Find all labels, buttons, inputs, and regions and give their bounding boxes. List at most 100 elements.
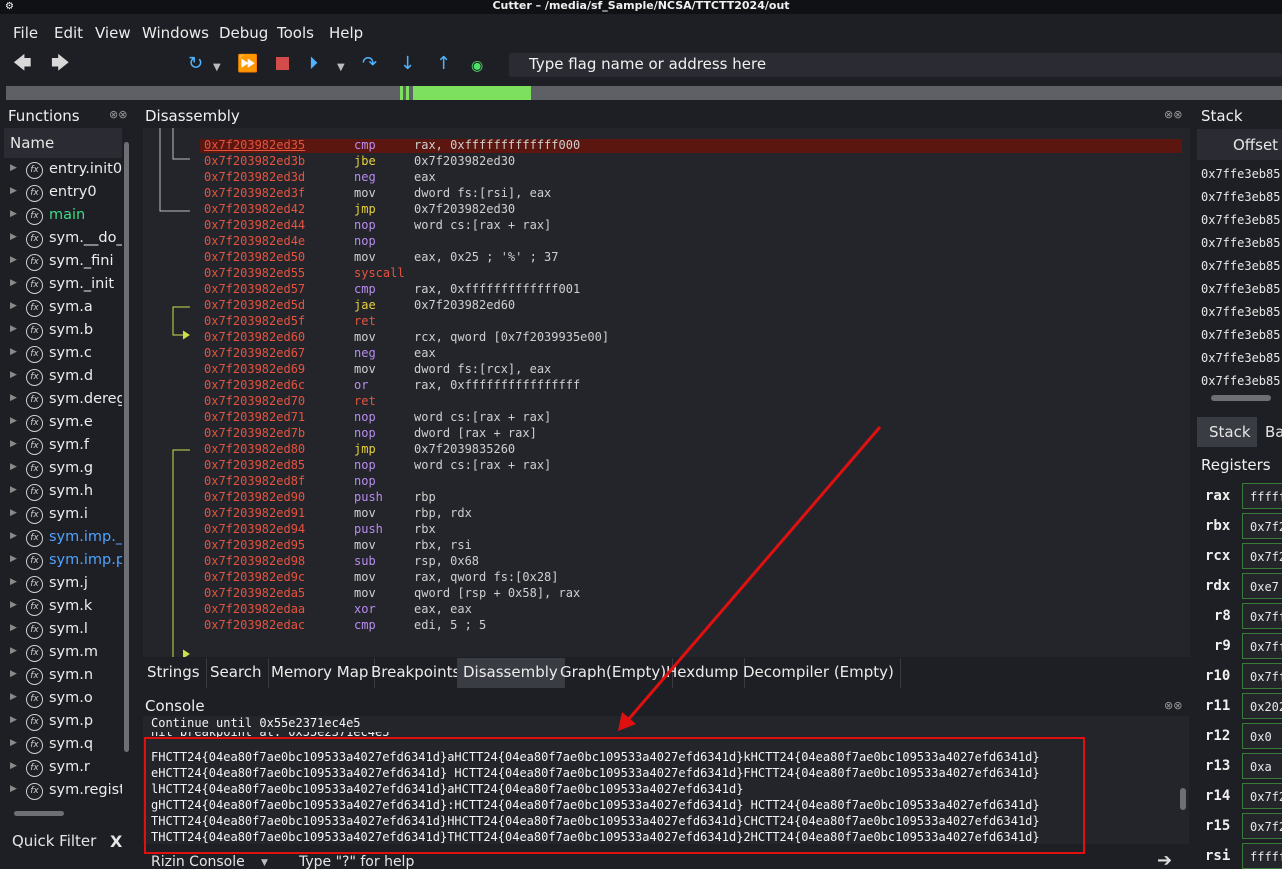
disassembly-line[interactable]: 0x7f203982ed3b jbe 0x7f203982ed30 [143,154,1183,170]
instruction-address[interactable]: 0x7f203982edaa [204,602,305,616]
expand-icon[interactable]: ▶ [10,255,17,265]
disassembly-line[interactable]: 0x7f203982ed80 jmp 0x7f2039835260 [143,442,1183,458]
forward-icon[interactable]: 🡆 [51,53,70,75]
tab-search[interactable]: Search [204,658,269,688]
functions-column-header[interactable]: Name [4,128,122,158]
disassembly-line[interactable]: 0x7f203982ed67 neg eax [143,346,1183,362]
tab-backtrace[interactable]: Ba [1265,423,1282,441]
expand-icon[interactable]: ▶ [10,623,17,633]
stack-row[interactable]: 0x7ffe3eb85 [1201,374,1280,388]
refresh-icon[interactable]: ↻ [188,53,203,75]
register-value-field[interactable]: 0x202 [1242,693,1282,719]
disassembly-line[interactable]: 0x7f203982ed60 mov rcx, qword [0x7f2039935… [143,330,1183,346]
dock-close-icon[interactable]: ⊗⊗ [109,108,127,121]
tab-graph[interactable]: Graph(Empty) [554,658,674,688]
expand-icon[interactable]: ▶ [10,209,17,219]
register-value-field[interactable]: 0x7ff [1242,633,1282,659]
expand-icon[interactable]: ▶ [10,600,17,610]
expand-icon[interactable]: ▶ [10,577,17,587]
instruction-address[interactable]: 0x7f203982ed80 [204,442,305,456]
register-value-field[interactable]: 0x0 [1242,723,1282,749]
disassembly-line[interactable]: 0x7f203982ed7b nop dword [rax + rax] [143,426,1183,442]
dock-close-icon[interactable]: ⊗⊗ [1164,699,1182,712]
disassembly-line[interactable]: 0x7f203982ed5f ret [143,314,1183,330]
tab-decompiler[interactable]: Decompiler (Empty) [737,658,901,688]
stack-row[interactable]: 0x7ffe3eb85 [1201,213,1280,227]
expand-icon[interactable]: ▶ [10,554,17,564]
instruction-address[interactable]: 0x7f203982ed69 [204,362,305,376]
register-value-field[interactable]: 0x7f2 [1242,513,1282,539]
disassembly-line[interactable]: 0x7f203982ed57 cmp rax, 0xfffffffffffff001 [143,282,1183,298]
expand-icon[interactable]: ▶ [10,531,17,541]
instruction-address[interactable]: 0x7f203982ed55 [204,266,305,280]
register-value-field[interactable]: fffff [1242,483,1282,509]
function-item[interactable]: ▶ fx sym.deregi [4,390,122,413]
step-into-icon[interactable]: ↓ [400,53,415,75]
function-item[interactable]: ▶ fx main [4,206,122,229]
instruction-address[interactable]: 0x7f203982ed9c [204,570,305,584]
disassembly-line[interactable]: 0x7f203982ed4e nop [143,234,1183,250]
stop-icon[interactable] [276,57,289,70]
disassembly-line[interactable]: 0x7f203982ed94 push rbx [143,522,1183,538]
instruction-address[interactable]: 0x7f203982ed94 [204,522,305,536]
function-item[interactable]: ▶ fx sym.r [4,758,122,781]
console-mode-select[interactable]: Rizin Console [151,854,245,869]
menu-file[interactable]: File [13,24,38,42]
stack-hscrollbar[interactable] [1211,395,1271,401]
chevron-down-icon[interactable]: ▼ [213,57,221,79]
tab-hexdump[interactable]: Hexdump [660,658,746,688]
function-item[interactable]: ▶ fx sym._fini [4,252,122,275]
function-item[interactable]: ▶ fx sym.d [4,367,122,390]
expand-icon[interactable]: ▶ [10,347,17,357]
expand-icon[interactable]: ▶ [10,508,17,518]
function-item[interactable]: ▶ fx sym.imp.__ [4,528,122,551]
menu-tools[interactable]: Tools [277,24,314,42]
chevron-down-icon[interactable]: ▼ [337,57,345,79]
disassembly-line[interactable]: 0x7f203982ed9c mov rax, qword fs:[0x28] [143,570,1183,586]
expand-icon[interactable]: ▶ [10,669,17,679]
expand-icon[interactable]: ▶ [10,163,17,173]
menu-view[interactable]: View [95,24,131,42]
function-item[interactable]: ▶ fx sym.b [4,321,122,344]
instruction-address[interactable]: 0x7f203982ed85 [204,458,305,472]
function-item[interactable]: ▶ fx sym.i [4,505,122,528]
expand-icon[interactable]: ▶ [10,439,17,449]
tab-stack[interactable]: Stack [1197,417,1257,447]
disassembly-line[interactable]: 0x7f203982ed98 sub rsp, 0x68 [143,554,1183,570]
disassembly-line[interactable]: 0x7f203982ed55 syscall [143,266,1183,282]
disassembly-line[interactable]: 0x7f203982ed90 push rbp [143,490,1183,506]
disassembly-line[interactable]: 0x7f203982ed69 mov dword fs:[rcx], eax [143,362,1183,378]
register-value-field[interactable]: 0x7f2 [1242,543,1282,569]
disassembly-line[interactable]: 0x7f203982ed95 mov rbx, rsi [143,538,1183,554]
menu-edit[interactable]: Edit [54,24,83,42]
search-input[interactable]: Type flag name or address here [509,53,1282,77]
send-icon[interactable]: ➔ [1157,850,1172,869]
function-item[interactable]: ▶ fx sym.c [4,344,122,367]
tab-breakpoints[interactable]: Breakpoints [365,658,468,688]
stack-row[interactable]: 0x7ffe3eb85 [1201,167,1280,181]
function-item[interactable]: ▶ fx sym.registe [4,781,122,804]
quick-filter-label[interactable]: Quick Filter [12,832,96,850]
functions-scrollbar[interactable] [123,128,130,808]
instruction-address[interactable]: 0x7f203982ed3d [204,170,305,184]
disassembly-line[interactable]: 0x7f203982ed8f nop [143,474,1183,490]
functions-hscrollbar[interactable] [4,808,132,818]
instruction-address[interactable]: 0x7f203982ed57 [204,282,305,296]
register-value-field[interactable]: 0xa [1242,753,1282,779]
disassembly-line[interactable]: 0x7f203982edaa xor eax, eax [143,602,1183,618]
instruction-address[interactable]: 0x7f203982ed3b [204,154,305,168]
disassembly-line[interactable]: 0x7f203982ed5d jae 0x7f203982ed60 [143,298,1183,314]
run-icon[interactable]: ⏩ [237,53,258,75]
stack-row[interactable]: 0x7ffe3eb85 [1201,259,1280,273]
instruction-address[interactable]: 0x7f203982ed91 [204,506,305,520]
disassembly-line[interactable]: 0x7f203982ed85 nop word cs:[rax + rax] [143,458,1183,474]
stack-offset-header[interactable]: Offset [1197,129,1282,160]
menu-windows[interactable]: Windows [142,24,209,42]
register-value-field[interactable]: 0x7f2 [1242,813,1282,839]
expand-icon[interactable]: ▶ [10,301,17,311]
register-value-field[interactable]: fffff [1242,843,1282,869]
expand-icon[interactable]: ▶ [10,186,17,196]
disassembly-line[interactable]: 0x7f203982ed3d neg eax [143,170,1183,186]
stack-row[interactable]: 0x7ffe3eb85 [1201,328,1280,342]
expand-icon[interactable]: ▶ [10,715,17,725]
